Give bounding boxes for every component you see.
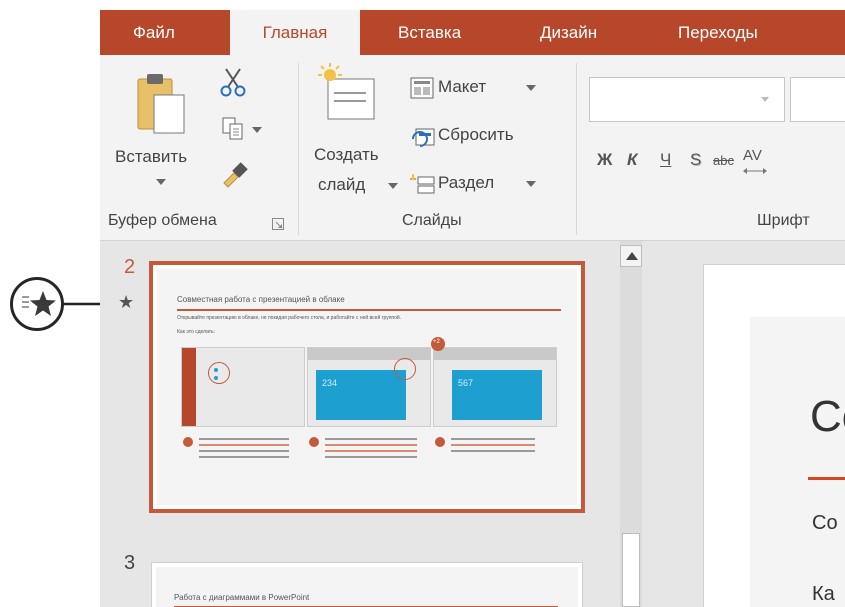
paste-clipboard-icon[interactable] bbox=[136, 71, 188, 137]
character-spacing-button[interactable]: AV bbox=[743, 147, 762, 164]
thumbnail-title: Работа с диаграммами в PowerPoint bbox=[174, 593, 310, 602]
thumbnail-screenshot: 567 bbox=[433, 347, 557, 427]
scrollbar-thumb[interactable] bbox=[622, 533, 640, 607]
new-slide-icon[interactable] bbox=[318, 63, 376, 123]
slide-thumbnail-selected[interactable]: Совместная работа с презентацией в облак… bbox=[149, 261, 585, 513]
chevron-down-icon[interactable] bbox=[761, 97, 769, 102]
thumbnail-subtitle: Открывайте презентацию в облаке, не поки… bbox=[177, 315, 402, 321]
chevron-down-icon[interactable] bbox=[156, 179, 166, 185]
slide-number: 2 bbox=[124, 256, 136, 278]
clipboard-group-label: Буфер обмена bbox=[108, 212, 217, 229]
reset-icon[interactable] bbox=[410, 125, 436, 149]
tab-home[interactable]: Главная bbox=[230, 10, 360, 55]
tab-design[interactable]: Дизайн bbox=[540, 10, 597, 55]
bold-button[interactable]: Ж bbox=[597, 150, 612, 170]
thumbnail-rule bbox=[177, 309, 561, 311]
layout-button[interactable]: Макет bbox=[438, 77, 486, 97]
transition-indicator-icon: ★ bbox=[118, 292, 135, 312]
thumbnail-text-lines bbox=[325, 438, 417, 462]
ribbon: Вставить Буфер обмена Создать слайд Маке… bbox=[100, 55, 845, 241]
group-divider bbox=[298, 63, 299, 235]
layout-icon[interactable] bbox=[410, 77, 434, 99]
slide-content-area bbox=[750, 317, 845, 607]
thumbnail-screenshot bbox=[181, 347, 305, 427]
transition-callout bbox=[10, 277, 64, 331]
copy-icon[interactable] bbox=[222, 117, 244, 141]
underline-button[interactable]: Ч bbox=[660, 150, 671, 170]
spacing-arrow-icon bbox=[743, 168, 767, 174]
format-painter-icon[interactable] bbox=[220, 159, 250, 189]
tab-file[interactable]: Файл bbox=[133, 10, 175, 55]
font-name-combo[interactable] bbox=[589, 77, 785, 122]
ribbon-tab-bar: Файл Главная Вставка Дизайн Переходы bbox=[100, 10, 845, 55]
new-slide-label[interactable]: Создать bbox=[314, 145, 379, 165]
slide-thumbnail[interactable]: Работа с диаграммами в PowerPoint bbox=[151, 562, 583, 607]
slide-title[interactable]: Со bbox=[810, 392, 845, 442]
new-slide-label-2[interactable]: слайд bbox=[318, 175, 365, 195]
section-icon[interactable] bbox=[410, 173, 436, 195]
thumbnail-screenshot: 234 bbox=[307, 347, 431, 427]
thumbnail-step-dot bbox=[183, 437, 193, 447]
slide-body-line[interactable]: Ка bbox=[812, 583, 835, 606]
strikethrough-button[interactable]: abc bbox=[713, 153, 734, 168]
font-group-label: Шрифт bbox=[757, 212, 810, 229]
slide-thumbnail-content: Совместная работа с презентацией в облак… bbox=[157, 269, 577, 505]
slide-body-line[interactable]: Со bbox=[812, 512, 838, 535]
slides-group-label: Слайды bbox=[402, 212, 462, 229]
thumbnail-number: 567 bbox=[458, 378, 474, 388]
text-shadow-button[interactable]: S bbox=[690, 150, 701, 170]
chevron-down-icon[interactable] bbox=[526, 85, 536, 91]
section-button[interactable]: Раздел bbox=[438, 173, 494, 193]
font-size-combo[interactable] bbox=[790, 77, 845, 122]
chevron-down-icon[interactable] bbox=[252, 127, 262, 133]
thumbnail-step-dot bbox=[309, 437, 319, 447]
chevron-up-icon bbox=[626, 252, 638, 260]
thumbnail-number: 234 bbox=[322, 378, 338, 388]
italic-button[interactable]: К bbox=[627, 150, 637, 170]
slide-number: 3 bbox=[124, 552, 136, 574]
tab-insert[interactable]: Вставка bbox=[398, 10, 461, 55]
chevron-down-icon[interactable] bbox=[388, 183, 398, 189]
tab-transitions[interactable]: Переходы bbox=[678, 10, 758, 55]
scroll-up-button[interactable] bbox=[620, 245, 642, 267]
cut-icon[interactable] bbox=[220, 67, 246, 97]
reset-button[interactable]: Сбросить bbox=[438, 125, 514, 145]
thumbnail-caption: Как это сделать: bbox=[177, 329, 216, 335]
dialog-launcher-icon[interactable] bbox=[272, 218, 284, 230]
thumbnail-step-dot bbox=[435, 437, 445, 447]
paste-button[interactable]: Вставить bbox=[115, 147, 187, 167]
thumbnail-badge: +2 bbox=[433, 339, 440, 345]
thumbnail-text-lines bbox=[451, 438, 535, 456]
chevron-down-icon[interactable] bbox=[526, 181, 536, 187]
group-divider bbox=[576, 63, 577, 235]
thumbnail-text-lines bbox=[199, 438, 289, 462]
slide-title-rule bbox=[808, 477, 845, 480]
transition-star-icon bbox=[22, 291, 56, 316]
thumbnail-title: Совместная работа с презентацией в облак… bbox=[177, 295, 345, 304]
